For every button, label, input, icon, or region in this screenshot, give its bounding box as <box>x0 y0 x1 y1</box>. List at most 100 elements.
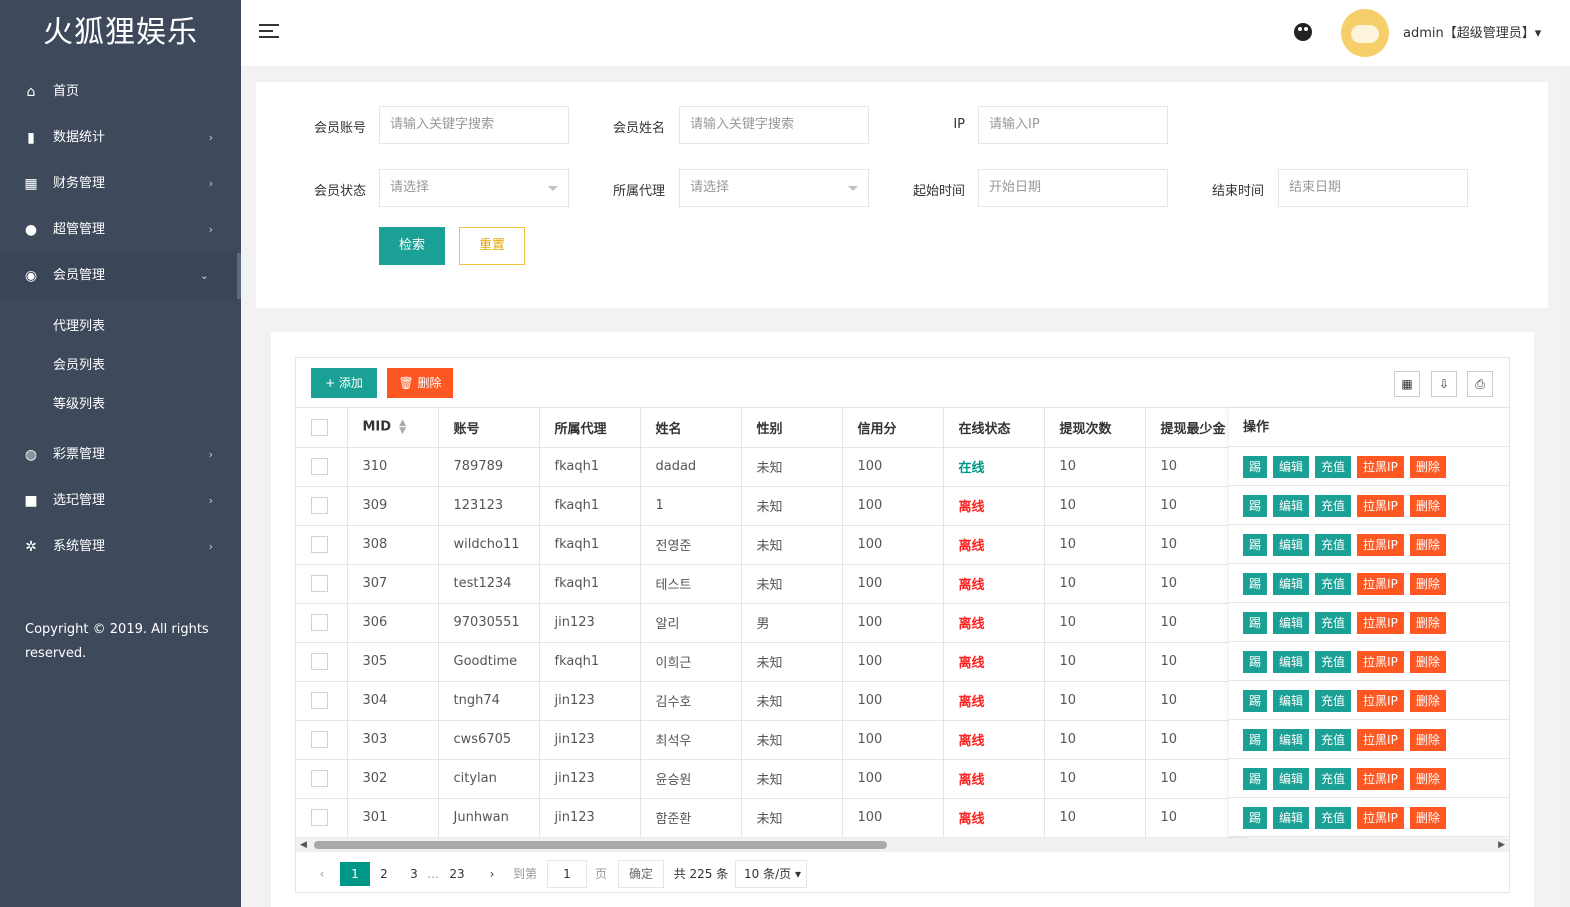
select-all-checkbox[interactable] <box>311 418 328 436</box>
edit-button[interactable]: 编辑 <box>1273 728 1310 751</box>
name-input[interactable]: 请输入关键字搜索 <box>679 106 869 144</box>
sidebar-item-a3[interactable]: ● 超管管理 › <box>0 207 241 253</box>
recharge-button[interactable]: 充值 <box>1315 767 1352 790</box>
kick-button[interactable]: 踢 <box>1243 767 1268 790</box>
delete-row-button[interactable]: 删除 <box>1409 767 1446 790</box>
row-checkbox[interactable] <box>311 692 328 709</box>
edit-button[interactable]: 编辑 <box>1273 806 1310 829</box>
edit-button[interactable]: 编辑 <box>1273 689 1310 712</box>
row-checkbox[interactable] <box>311 497 328 514</box>
columns-filter-icon[interactable]: ▦ <box>1394 371 1420 397</box>
block-ip-button[interactable]: 拉黑IP <box>1357 650 1404 673</box>
block-ip-button[interactable]: 拉黑IP <box>1357 767 1404 790</box>
ip-input[interactable]: 请输入IP <box>978 106 1168 144</box>
row-checkbox[interactable] <box>311 653 328 670</box>
kick-button[interactable]: 踢 <box>1243 572 1268 595</box>
page-3[interactable]: 3 <box>406 862 422 886</box>
recharge-button[interactable]: 充值 <box>1315 533 1352 556</box>
sidebar-subitem-1[interactable]: 会员列表 <box>0 346 241 385</box>
delete-row-button[interactable]: 删除 <box>1409 494 1446 517</box>
page-1[interactable]: 1 <box>340 862 370 886</box>
export-icon[interactable]: ⇩ <box>1431 371 1457 397</box>
kick-button[interactable]: 踢 <box>1243 533 1268 556</box>
sort-icon[interactable]: ▲ ▼ <box>399 419 406 436</box>
goto-page-input[interactable]: 1 <box>547 860 587 888</box>
sidebar-item-b1[interactable]: ■ 选玘管理 › <box>0 478 241 524</box>
end-date-input[interactable]: 结束日期 <box>1278 169 1468 207</box>
delete-row-button[interactable]: 删除 <box>1409 611 1446 634</box>
search-button[interactable]: 检索 <box>379 227 445 265</box>
theme-palette-icon[interactable] <box>1294 23 1312 41</box>
avatar[interactable] <box>1341 9 1389 57</box>
page-scrollbar[interactable] <box>1562 66 1570 907</box>
recharge-button[interactable]: 充值 <box>1315 650 1352 673</box>
page-last[interactable]: 23 <box>446 862 468 886</box>
block-ip-button[interactable]: 拉黑IP <box>1357 455 1404 478</box>
row-checkbox[interactable] <box>311 536 328 553</box>
recharge-button[interactable]: 充值 <box>1315 806 1352 829</box>
sidebar-item-b0[interactable]: ◍ 彩票管理 › <box>0 432 241 478</box>
kick-button[interactable]: 踢 <box>1243 689 1268 712</box>
edit-button[interactable]: 编辑 <box>1273 767 1310 790</box>
delete-row-button[interactable]: 删除 <box>1409 572 1446 595</box>
recharge-button[interactable]: 充值 <box>1315 494 1352 517</box>
kick-button[interactable]: 踢 <box>1243 650 1268 673</box>
goto-confirm-button[interactable]: 确定 <box>618 860 664 888</box>
sidebar-subitem-2[interactable]: 等级列表 <box>0 385 241 424</box>
scroll-thumb[interactable] <box>314 841 887 849</box>
delete-row-button[interactable]: 删除 <box>1409 650 1446 673</box>
row-checkbox[interactable] <box>311 458 328 475</box>
scroll-right-icon[interactable]: ▶ <box>1498 838 1505 852</box>
sidebar-item-a1[interactable]: ▮ 数据统计 › <box>0 115 241 161</box>
block-ip-button[interactable]: 拉黑IP <box>1357 533 1404 556</box>
prev-page-button[interactable]: ‹ <box>314 862 330 886</box>
delete-row-button[interactable]: 删除 <box>1409 728 1446 751</box>
status-select[interactable]: 请选择 <box>379 169 569 207</box>
next-page-button[interactable]: › <box>484 862 500 886</box>
row-checkbox[interactable] <box>311 809 328 826</box>
scroll-left-icon[interactable]: ◀ <box>300 838 307 852</box>
edit-button[interactable]: 编辑 <box>1273 650 1310 673</box>
block-ip-button[interactable]: 拉黑IP <box>1357 728 1404 751</box>
account-input[interactable]: 请输入关键字搜索 <box>379 106 569 144</box>
column-header[interactable]: MID ▲ ▼ <box>347 408 439 448</box>
kick-button[interactable]: 踢 <box>1243 728 1268 751</box>
recharge-button[interactable]: 充值 <box>1315 455 1352 478</box>
add-button[interactable]: + 添加 <box>311 368 377 398</box>
kick-button[interactable]: 踢 <box>1243 494 1268 517</box>
edit-button[interactable]: 编辑 <box>1273 611 1310 634</box>
start-date-input[interactable]: 开始日期 <box>978 169 1168 207</box>
block-ip-button[interactable]: 拉黑IP <box>1357 806 1404 829</box>
delete-row-button[interactable]: 删除 <box>1409 533 1446 556</box>
sidebar-item-a2[interactable]: ▦ 财务管理 › <box>0 161 241 207</box>
kick-button[interactable]: 踢 <box>1243 806 1268 829</box>
block-ip-button[interactable]: 拉黑IP <box>1357 572 1404 595</box>
page-2[interactable]: 2 <box>376 862 392 886</box>
block-ip-button[interactable]: 拉黑IP <box>1357 689 1404 712</box>
delete-row-button[interactable]: 删除 <box>1409 689 1446 712</box>
block-ip-button[interactable]: 拉黑IP <box>1357 494 1404 517</box>
block-ip-button[interactable]: 拉黑IP <box>1357 611 1404 634</box>
sidebar-item-a4[interactable]: ◉ 会员管理 ⌄ <box>0 253 241 299</box>
edit-button[interactable]: 编辑 <box>1273 494 1310 517</box>
sidebar-item-b2[interactable]: ✲ 系统管理 › <box>0 524 241 570</box>
recharge-button[interactable]: 充值 <box>1315 728 1352 751</box>
row-checkbox[interactable] <box>311 575 328 592</box>
delete-row-button[interactable]: 删除 <box>1409 455 1446 478</box>
delete-row-button[interactable]: 删除 <box>1409 806 1446 829</box>
recharge-button[interactable]: 充值 <box>1315 611 1352 634</box>
horizontal-scrollbar[interactable]: ◀ ▶ <box>296 838 1509 852</box>
user-menu[interactable]: admin【超级管理员】▾ <box>1403 22 1541 41</box>
kick-button[interactable]: 踢 <box>1243 455 1268 478</box>
recharge-button[interactable]: 充值 <box>1315 572 1352 595</box>
reset-button[interactable]: 重置 <box>459 227 525 265</box>
sidebar-subitem-0[interactable]: 代理列表 <box>0 307 241 346</box>
menu-toggle-icon[interactable] <box>259 24 279 40</box>
row-checkbox[interactable] <box>311 731 328 748</box>
edit-button[interactable]: 编辑 <box>1273 455 1310 478</box>
sidebar-item-a0[interactable]: ⌂ 首页 <box>0 69 241 115</box>
edit-button[interactable]: 编辑 <box>1273 572 1310 595</box>
delete-button[interactable]: 🗑 删除 <box>387 368 453 398</box>
print-icon[interactable]: ⎙ <box>1467 371 1493 397</box>
edit-button[interactable]: 编辑 <box>1273 533 1310 556</box>
